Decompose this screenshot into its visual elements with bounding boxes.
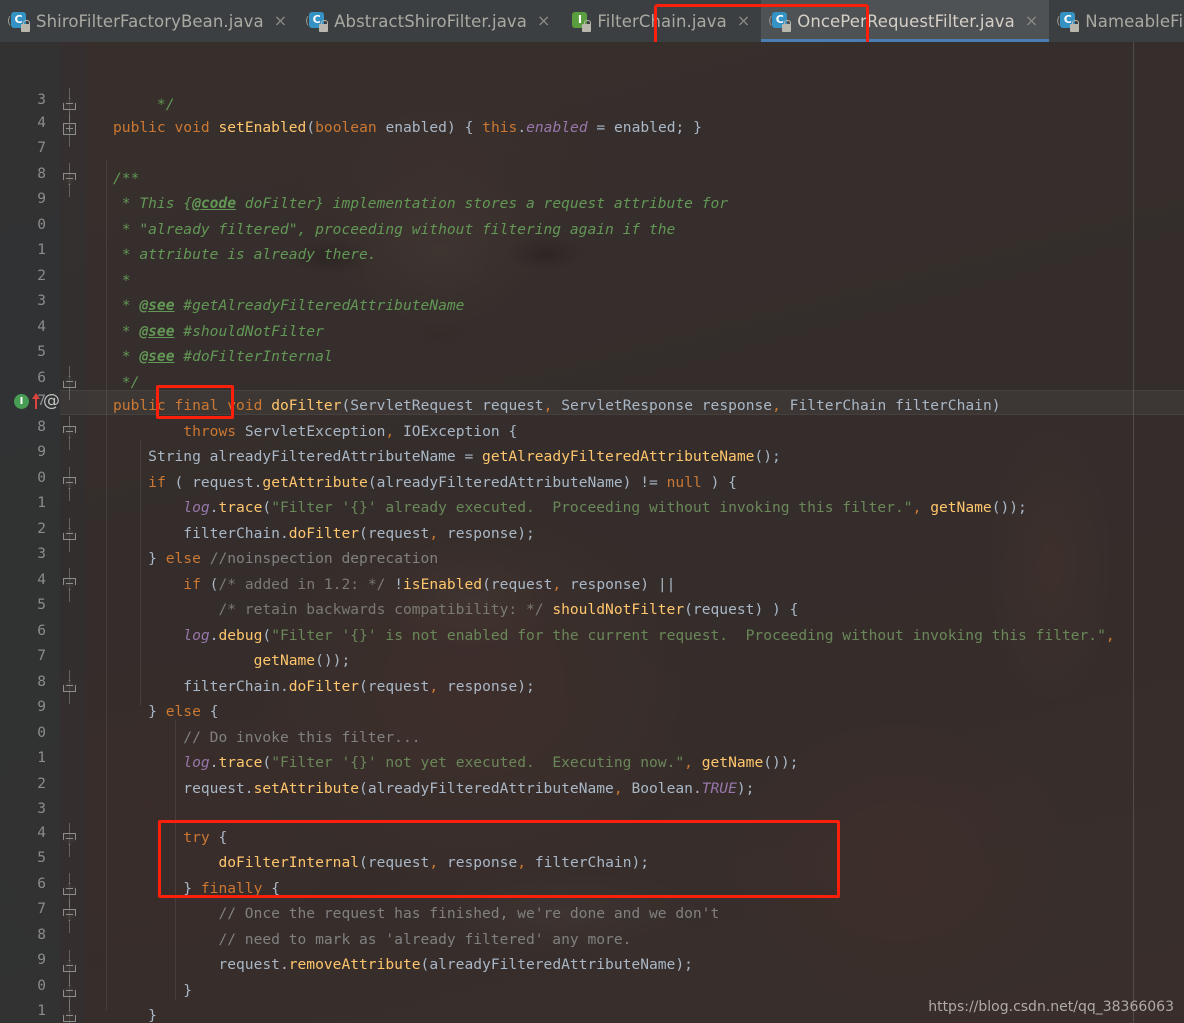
tab-shirofilterfactorybean[interactable]: (C ShiroFilterFactoryBean.java ×	[0, 0, 298, 42]
code-line: } else {	[148, 703, 219, 720]
code-line: * attribute is already there.	[113, 246, 377, 263]
code-line: *	[113, 272, 131, 289]
tab-label: NameableFilter.java	[1085, 11, 1184, 31]
tab-close-icon[interactable]: ×	[1022, 13, 1038, 29]
editor-tab-bar[interactable]: (C ShiroFilterFactoryBean.java × (C Abst…	[0, 0, 1184, 42]
code-line: public final void doFilter(ServletReques…	[113, 397, 1001, 414]
code-line: public void setEnabled(boolean enabled) …	[113, 119, 702, 136]
code-line: }	[183, 982, 193, 999]
code-line: * "already filtered", proceeding without…	[113, 221, 676, 238]
tab-label: FilterChain.java	[597, 11, 727, 31]
tab-label: OncePerRequestFilter.java	[797, 11, 1015, 31]
code-line: } finally {	[183, 880, 280, 897]
watermark-text: https://blog.csdn.net/qq_38366063	[928, 999, 1174, 1015]
tab-close-icon[interactable]: ×	[271, 13, 287, 29]
code-line: /**	[113, 170, 140, 187]
code-line: // need to mark as 'already filtered' an…	[218, 931, 632, 948]
tab-onceperrequestfilter[interactable]: (C OncePerRequestFilter.java ×	[761, 0, 1050, 42]
code-line: String alreadyFilteredAttributeName = ge…	[148, 448, 781, 465]
code-line: if (/* added in 1.2: */ !isEnabled(reque…	[183, 576, 676, 593]
java-interface-icon: I	[571, 11, 592, 32]
tab-label: ShiroFilterFactoryBean.java	[36, 11, 264, 31]
code-line: request.removeAttribute(alreadyFilteredA…	[218, 956, 693, 973]
code-line: }	[148, 1007, 157, 1023]
code-line: * @see #doFilterInternal	[113, 348, 333, 365]
tab-abstractshirofilter[interactable]: (C AbstractShiroFilter.java ×	[298, 0, 561, 42]
code-line: log.trace("Filter '{}' already executed.…	[183, 499, 1027, 516]
code-line: * @see #getAlreadyFilteredAttributeName	[113, 297, 465, 314]
java-class-icon: (C	[1056, 11, 1080, 32]
tab-nameablefilter[interactable]: (C NameableFilter.java ×	[1049, 0, 1184, 42]
code-line: * This {@code doFilter} implementation s…	[113, 195, 729, 212]
code-line: /* retain backwards compatibility: */ sh…	[218, 601, 799, 618]
code-line: filterChain.doFilter(request, response);	[183, 525, 535, 542]
code-content[interactable]: */ public void setEnabled(boolean enable…	[0, 42, 1184, 1023]
code-line: */	[113, 96, 175, 113]
code-line: // Once the request has finished, we're …	[218, 905, 720, 922]
code-line: // Do invoke this filter...	[183, 729, 421, 746]
tab-filterchain[interactable]: I FilterChain.java ×	[561, 0, 761, 42]
code-line: log.debug("Filter '{}' is not enabled fo…	[183, 627, 1115, 644]
code-line: getName());	[253, 652, 351, 669]
code-line: log.trace("Filter '{}' not yet executed.…	[183, 754, 799, 771]
java-class-icon: (C	[768, 11, 792, 32]
code-line: request.setAttribute(alreadyFilteredAttr…	[183, 780, 755, 797]
code-editor[interactable]: 347890123456789012345678901234567890123 …	[0, 42, 1184, 1023]
tab-close-icon[interactable]: ×	[534, 13, 550, 29]
tab-label: AbstractShiroFilter.java	[334, 11, 527, 31]
code-line: throws ServletException, IOException {	[183, 423, 518, 440]
code-line: filterChain.doFilter(request, response);	[183, 678, 535, 695]
code-line: doFilterInternal(request, response, filt…	[218, 854, 650, 871]
java-class-icon: (C	[7, 11, 30, 32]
code-line: } else //noinspection deprecation	[148, 550, 439, 567]
code-line: */	[113, 374, 140, 391]
java-class-icon: (C	[305, 11, 329, 32]
code-line: if ( request.getAttribute(alreadyFiltere…	[148, 474, 737, 491]
code-line: * @see #shouldNotFilter	[113, 323, 324, 340]
tab-close-icon[interactable]: ×	[734, 13, 750, 29]
code-line: try {	[183, 829, 228, 846]
